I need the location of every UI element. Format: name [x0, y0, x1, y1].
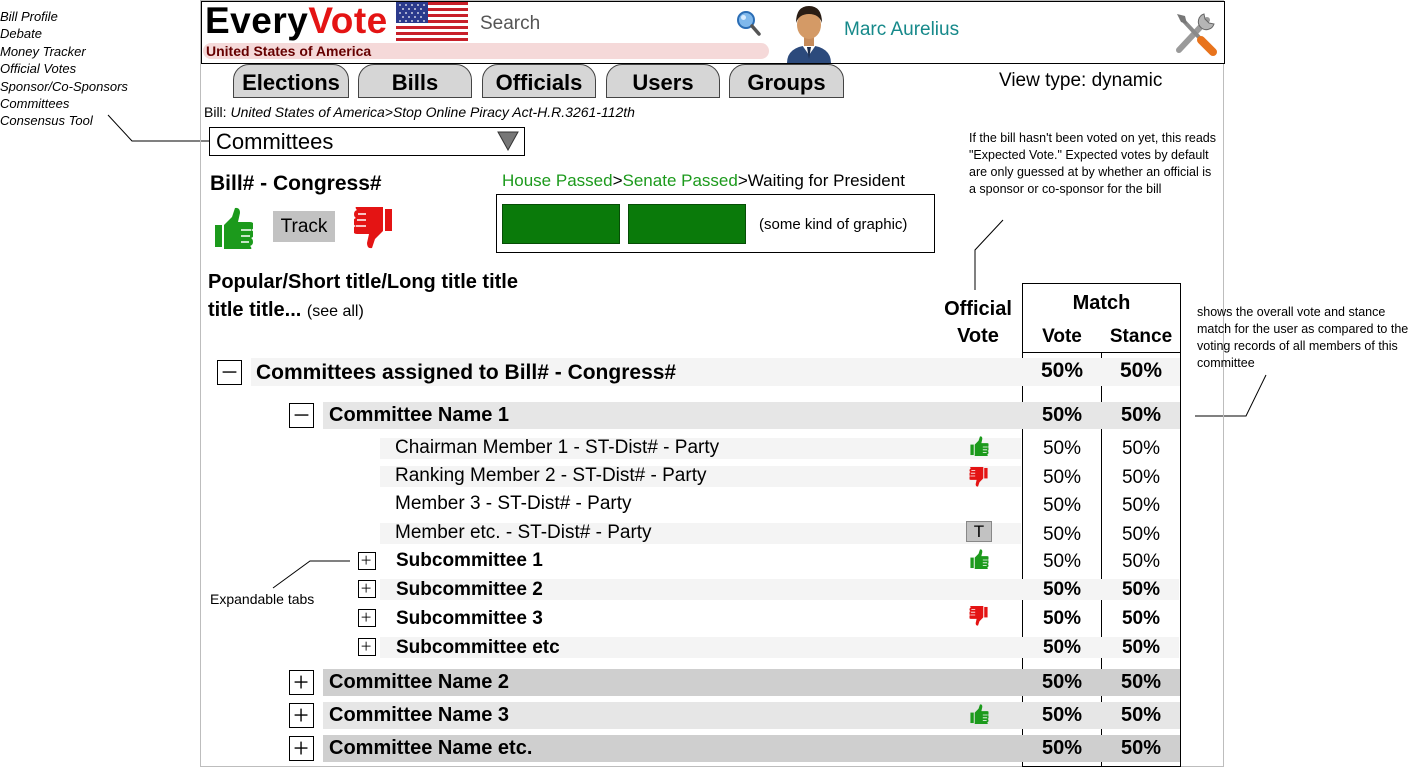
senate-progress-bar: [628, 204, 746, 244]
vote-match: 50%: [1042, 608, 1082, 629]
country-bar[interactable]: United States of America: [203, 43, 769, 59]
row-label: Committees assigned to Bill# - Congress#: [256, 361, 677, 384]
section-dropdown[interactable]: Committees: [209, 127, 525, 156]
tab-bills[interactable]: Bills: [358, 64, 472, 98]
expand-icon[interactable]: [289, 670, 314, 695]
expand-icon[interactable]: [289, 703, 314, 728]
thumbs-up-icon: [969, 436, 989, 456]
stance-match: 50%: [1121, 467, 1161, 488]
graphic-label: (some kind of graphic): [759, 216, 908, 233]
user-avatar[interactable]: [785, 3, 833, 63]
bill-title: Popular/Short title/Long title title tit…: [208, 271, 518, 321]
bill-status: House Passed>Senate Passed>Waiting for P…: [502, 171, 905, 190]
vote-match: 50%: [1040, 359, 1084, 382]
view-type-label: View type: dynamic: [999, 70, 1163, 91]
expand-icon[interactable]: [358, 609, 376, 627]
stance-match: 50%: [1121, 495, 1161, 516]
track-button[interactable]: Track: [273, 211, 335, 242]
vote-match: 50%: [1042, 438, 1082, 459]
vote-match: 50%: [1041, 737, 1083, 759]
vote-match: 50%: [1042, 495, 1082, 516]
row-label: Ranking Member 2 - ST-Dist# - Party: [395, 465, 707, 486]
match-header-underline: [1022, 352, 1181, 353]
us-flag-icon: [396, 2, 468, 41]
thumbs-down-icon: [969, 467, 989, 487]
stance-match: 50%: [1121, 608, 1161, 629]
thumbs-up-icon: [969, 549, 989, 569]
thumbs-down-icon: [969, 606, 989, 626]
vote-match: 50%: [1041, 704, 1083, 726]
stance-header: Stance: [1109, 326, 1173, 347]
stance-match: 50%: [1121, 579, 1161, 600]
annotation-expandable: Expandable tabs: [210, 591, 315, 607]
row-label: Committee Name etc.: [329, 737, 533, 759]
username[interactable]: Marc Aurelius: [844, 19, 959, 41]
stance-match: 50%: [1120, 704, 1162, 726]
thumbs-up-icon: [969, 704, 989, 724]
tab-officials[interactable]: Officials: [482, 64, 596, 98]
match-header: Match: [1072, 292, 1131, 314]
stance-match: 50%: [1120, 737, 1162, 759]
stance-match: 50%: [1120, 671, 1162, 693]
search-input[interactable]: Search: [480, 13, 540, 35]
thumbs-down-icon[interactable]: [354, 207, 394, 249]
vote-match: 50%: [1041, 404, 1083, 426]
row-label: Member etc. - ST-Dist# - Party: [395, 522, 652, 543]
row-label[interactable]: Subcommittee 1: [396, 550, 543, 572]
chevron-down-icon[interactable]: [497, 131, 519, 151]
tab-groups[interactable]: Groups: [729, 64, 844, 98]
thumbs-up-icon[interactable]: [213, 207, 253, 249]
bill-number: Bill# - Congress#: [210, 172, 382, 195]
vote-match: 50%: [1042, 467, 1082, 488]
row-label: Chairman Member 1 - ST-Dist# - Party: [395, 437, 720, 458]
see-all-link[interactable]: (see all): [307, 303, 364, 320]
official-vote-header: Official Vote: [944, 298, 1012, 347]
vote-match: 50%: [1041, 671, 1083, 693]
expand-icon[interactable]: [358, 638, 376, 656]
expand-icon[interactable]: [289, 736, 314, 761]
row-label: Committee Name 1: [329, 404, 510, 426]
settings-tools-icon[interactable]: [1171, 10, 1219, 56]
annotation-match: shows the overall vote and stance match …: [1197, 305, 1409, 370]
stance-match: 50%: [1121, 551, 1161, 572]
everyvote-logo[interactable]: EveryVote: [205, 0, 388, 42]
row-label[interactable]: Subcommittee 2: [396, 579, 543, 601]
row-label[interactable]: Subcommittee 3: [396, 608, 543, 630]
vote-match: 50%: [1042, 551, 1082, 572]
stance-match: 50%: [1121, 637, 1161, 658]
vote-match: 50%: [1042, 579, 1082, 600]
tracked-marker: T: [966, 521, 992, 542]
row-label: Member 3 - ST-Dist# - Party: [395, 493, 632, 514]
stance-match: 50%: [1121, 524, 1161, 545]
expand-icon[interactable]: [358, 552, 376, 570]
search-icon[interactable]: [735, 10, 761, 36]
stance-match: 50%: [1120, 404, 1162, 426]
row-label: Committee Name 2: [329, 671, 510, 693]
breadcrumb: Bill: United States of America>Stop Onli…: [204, 104, 635, 120]
row-label[interactable]: Subcommittee etc: [396, 637, 560, 659]
row-label: Committee Name 3: [329, 704, 510, 726]
collapse-icon[interactable]: [289, 403, 314, 428]
stance-match: 50%: [1119, 359, 1163, 382]
vote-match: 50%: [1042, 637, 1082, 658]
tab-users[interactable]: Users: [606, 64, 720, 98]
stance-match: 50%: [1121, 438, 1161, 459]
annotation-expected-vote: If the bill hasn't been voted on yet, th…: [969, 131, 1216, 196]
house-progress-bar: [502, 204, 620, 244]
tab-elections[interactable]: Elections: [233, 64, 349, 98]
expand-icon[interactable]: [358, 580, 376, 598]
vote-header: Vote: [1042, 326, 1082, 347]
collapse-icon[interactable]: [217, 360, 242, 385]
vote-match: 50%: [1042, 524, 1082, 545]
